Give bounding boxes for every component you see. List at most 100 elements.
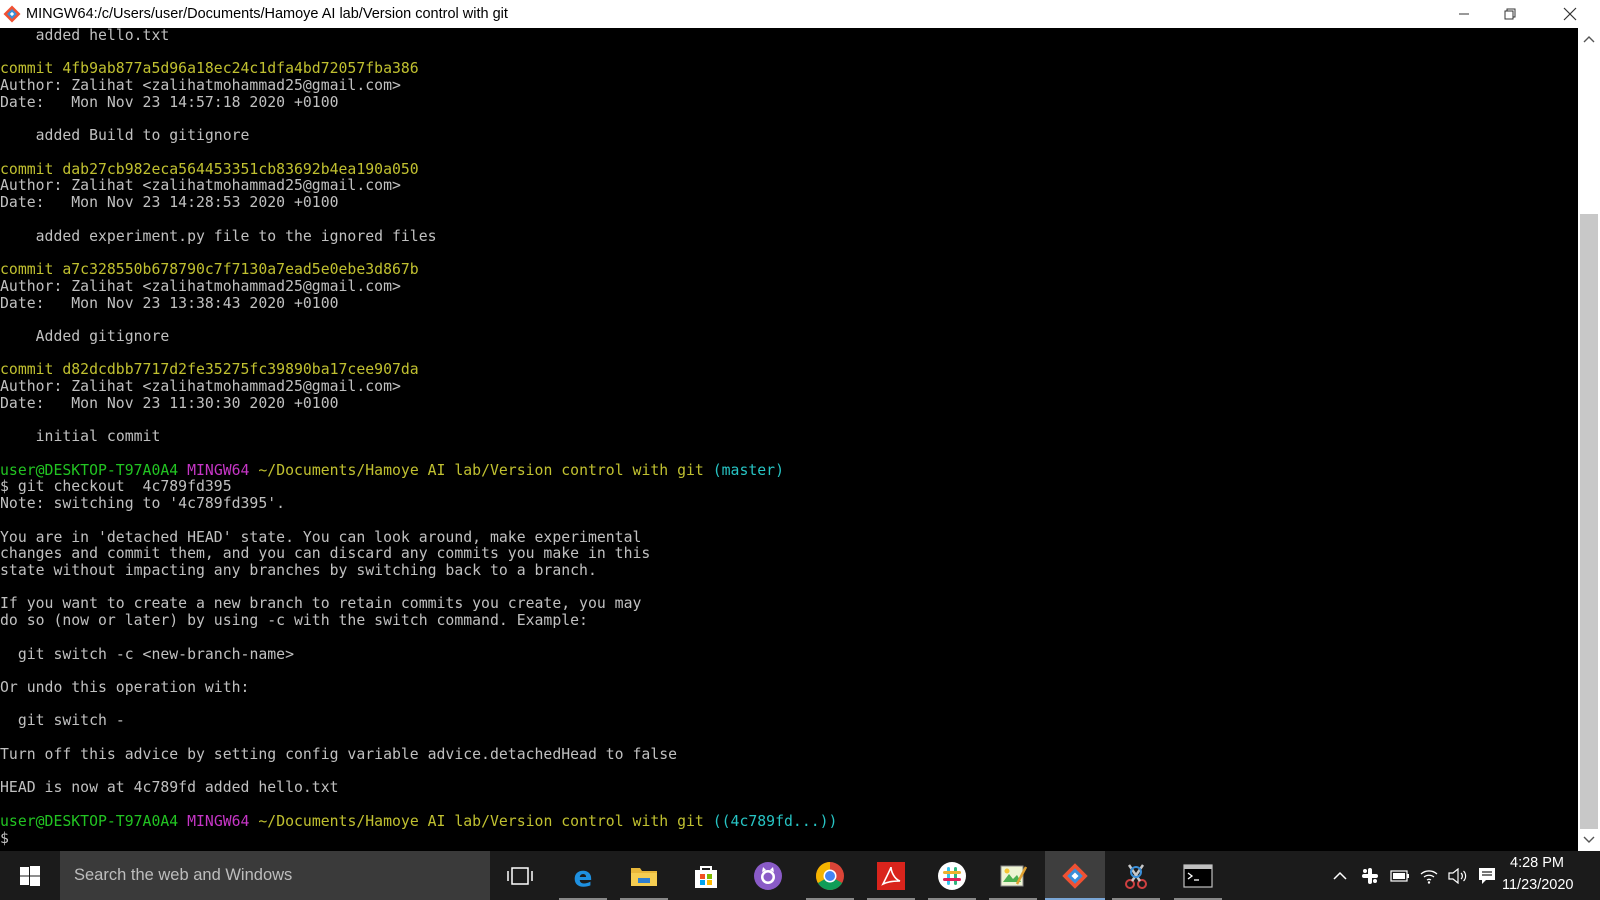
taskbar-app-git-bash[interactable] [1045, 851, 1105, 900]
snipping-tool-icon [1125, 863, 1147, 889]
terminal-line: Author: Zalihat <zalihatmohammad25@gmail… [0, 77, 401, 95]
prompt-system: MINGW64 [187, 812, 250, 830]
taskbar-app-store[interactable] [676, 851, 736, 900]
terminal-line: Date: Mon Nov 23 14:28:53 2020 +0100 [0, 194, 339, 212]
scroll-down-button[interactable] [1578, 829, 1600, 851]
commit-line: commit dab27cb982eca564453351cb83692b4ea… [0, 160, 419, 178]
taskbar-app-edge[interactable]: e [553, 851, 613, 900]
prompt-user: user@DESKTOP-T97A0A4 [0, 461, 179, 479]
terminal-line: changes and commit them, and you can dis… [0, 545, 651, 563]
volume-button[interactable] [1443, 851, 1473, 900]
terminal-line: HEAD is now at 4c789fd added hello.txt [0, 779, 339, 797]
clock-time: 4:28 PM [1510, 855, 1564, 871]
edge-icon: e [574, 862, 593, 890]
terminal-line: Date: Mon Nov 23 13:38:43 2020 +0100 [0, 294, 339, 312]
terminal-text: added hello.txt commit 4fb9ab877a5d96a18… [0, 28, 837, 847]
prompt-branch: ((4c789fd...)) [712, 812, 838, 830]
title-bar[interactable]: MINGW64:/c/Users/user/Documents/Hamoye A… [0, 0, 1600, 28]
taskbar-app-snipping-tool[interactable] [1106, 851, 1166, 900]
taskbar-app-chrome[interactable] [800, 851, 860, 900]
taskbar-app-paint[interactable] [983, 851, 1043, 900]
prompt-user: user@DESKTOP-T97A0A4 [0, 812, 179, 830]
terminal-line: You are in 'detached HEAD' state. You ca… [0, 528, 642, 546]
github-desktop-icon [754, 861, 782, 890]
chevron-up-icon [1583, 36, 1595, 43]
terminal-line: state without impacting any branches by … [0, 562, 597, 579]
prompt-branch: (master) [712, 461, 785, 479]
network-button[interactable] [1414, 851, 1444, 900]
close-icon [1563, 7, 1577, 21]
command-prompt-icon [1183, 863, 1213, 888]
show-hidden-icons-button[interactable] [1325, 851, 1355, 900]
terminal-line: $ git checkout 4c789fd395 [0, 478, 232, 496]
taskbar-app-slack[interactable] [922, 851, 982, 900]
commit-line: commit a7c328550b678790c7f7130a7ead5e0eb… [0, 261, 419, 279]
prompt-path: ~/Documents/Hamoye AI lab/Version contro… [258, 461, 704, 479]
volume-icon [1448, 867, 1467, 884]
terminal-line: git switch - [17, 712, 125, 730]
terminal-line: added experiment.py file to the ignored … [35, 227, 437, 245]
taskbar-app-github-desktop[interactable] [738, 851, 798, 900]
wifi-icon [1420, 869, 1438, 884]
acrobat-icon [877, 861, 905, 890]
chrome-icon [816, 861, 844, 890]
vertical-scrollbar[interactable] [1578, 28, 1600, 851]
system-clock[interactable]: 4:28 PM 11/23/2020 [1502, 851, 1574, 900]
terminal-line: Or undo this operation with: [0, 679, 250, 697]
terminal-line: Author: Zalihat <zalihatmohammad25@gmail… [0, 378, 401, 396]
tray-app-icon [1362, 867, 1378, 884]
commit-line: commit 4fb9ab877a5d96a18ec24c1dfa4bd7205… [0, 60, 419, 78]
search-box[interactable]: Search the web and Windows [60, 851, 490, 900]
minimize-button[interactable] [1441, 0, 1487, 28]
terminal-line: added hello.txt [35, 28, 170, 44]
slack-icon [938, 861, 966, 890]
terminal-line: Date: Mon Nov 23 11:30:30 2020 +0100 [0, 394, 339, 412]
paint-icon [1000, 865, 1027, 886]
terminal-line: do so (now or later) by using -c with th… [0, 612, 588, 630]
scroll-thumb[interactable] [1580, 214, 1598, 829]
terminal-line: initial commit [35, 428, 161, 446]
tray-app-button[interactable] [1355, 851, 1385, 900]
prompt-system: MINGW64 [187, 461, 250, 479]
svg-text:e: e [574, 862, 593, 890]
window-title: MINGW64:/c/Users/user/Documents/Hamoye A… [26, 6, 508, 22]
terminal-line: git switch -c <new-branch-name> [17, 645, 294, 663]
taskbar: Search the web and Windows e 4:28 PM 11/… [0, 851, 1600, 900]
terminal-line: Turn off this advice by setting config v… [0, 745, 678, 763]
terminal-line: Date: Mon Nov 23 14:57:18 2020 +0100 [0, 93, 339, 111]
file-explorer-icon [631, 867, 657, 886]
battery-button[interactable] [1385, 851, 1415, 900]
commit-line: commit d82dcdbb7717d2fe35275fc39890ba17c… [0, 361, 419, 379]
terminal-line: Author: Zalihat <zalihatmohammad25@gmail… [0, 177, 401, 195]
maximize-button[interactable] [1487, 0, 1533, 28]
terminal-line: Note: switching to '4c789fd395'. [0, 495, 286, 513]
task-view-button[interactable] [490, 851, 550, 900]
search-placeholder: Search the web and Windows [74, 866, 293, 884]
prompt-line: user@DESKTOP-T97A0A4 MINGW64 ~/Documents… [0, 813, 837, 830]
task-view-icon [507, 866, 533, 885]
minimize-icon [1459, 13, 1469, 15]
taskbar-app-command-prompt[interactable] [1168, 851, 1228, 900]
store-icon [695, 865, 717, 888]
notification-icon [1479, 867, 1495, 884]
terminal-line: Author: Zalihat <zalihatmohammad25@gmail… [0, 277, 401, 295]
prompt-path: ~/Documents/Hamoye AI lab/Version contro… [258, 812, 704, 830]
chevron-up-icon [1333, 871, 1347, 880]
restore-icon [1504, 8, 1516, 20]
clock-date: 11/23/2020 [1502, 877, 1574, 893]
terminal-line: Added gitignore [35, 327, 170, 345]
battery-icon [1390, 869, 1409, 882]
terminal-line: If you want to create a new branch to re… [0, 595, 642, 613]
scroll-up-button[interactable] [1578, 28, 1600, 50]
windows-logo-icon [20, 865, 40, 886]
action-center-button[interactable] [1472, 851, 1502, 900]
command-prompt[interactable]: $ [0, 830, 9, 847]
taskbar-app-file-explorer[interactable] [614, 851, 674, 900]
chevron-down-icon [1583, 836, 1595, 843]
taskbar-app-acrobat[interactable] [861, 851, 921, 900]
close-button[interactable] [1547, 0, 1593, 28]
start-button[interactable] [0, 851, 60, 900]
terminal-output[interactable]: added hello.txt commit 4fb9ab877a5d96a18… [0, 28, 1578, 851]
terminal-line: added Build to gitignore [35, 127, 250, 145]
git-bash-app-icon [3, 5, 21, 23]
